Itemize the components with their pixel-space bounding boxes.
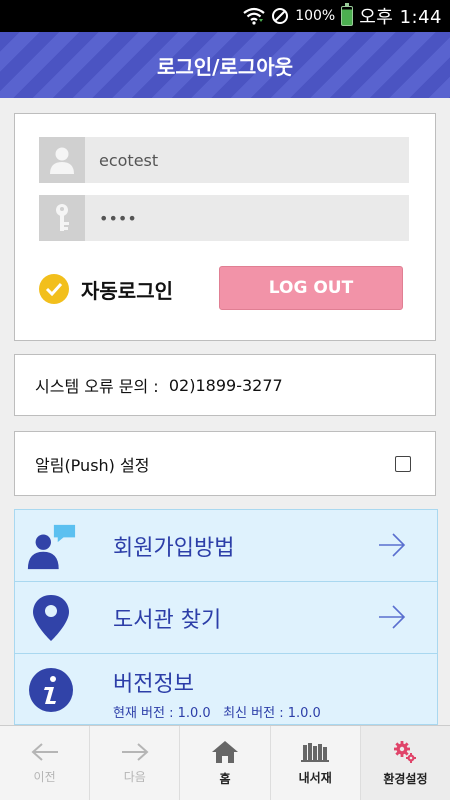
menu-find-library[interactable]: 도서관 찾기 <box>14 581 438 654</box>
username-value[interactable]: ecotest <box>85 151 158 170</box>
map-pin-icon <box>25 592 77 644</box>
auto-login-toggle[interactable]: 자동로그인 <box>39 274 173 304</box>
tab-forward-label: 다음 <box>123 769 146 784</box>
tab-back[interactable]: 이전 <box>0 726 91 800</box>
back-arrow-icon <box>31 742 58 761</box>
battery-percent: 100% <box>295 8 336 24</box>
tab-back-label: 이전 <box>33 769 56 784</box>
do-not-disturb-icon <box>272 8 289 24</box>
tab-home[interactable]: 홈 <box>180 726 271 800</box>
version-details: 현재 버전 : 1.0.0 최신 버전 : 1.0.0 <box>113 702 321 721</box>
tab-my-library[interactable]: 내서재 <box>271 726 361 800</box>
user-icon <box>50 147 74 174</box>
tab-home-label: 홈 <box>219 771 231 786</box>
password-field[interactable]: •••• <box>39 195 409 241</box>
push-label: 알림(Push) 설정 <box>35 455 150 475</box>
support-contact-row[interactable]: 시스템 오류 문의 : 02)1899-3277 <box>14 354 436 416</box>
clock: 오후 1:44 <box>359 7 442 28</box>
gear-icon <box>394 740 417 763</box>
support-label: 시스템 오류 문의 : <box>35 377 159 396</box>
user-icon-box <box>39 137 85 183</box>
page-title: 로그인/로그아웃 <box>156 54 294 79</box>
member-chat-icon <box>25 520 77 572</box>
arrow-right-icon <box>379 533 406 557</box>
arrow-right-icon <box>379 605 406 629</box>
auto-login-label: 자동로그인 <box>81 278 173 303</box>
key-icon <box>56 204 69 231</box>
support-phone[interactable]: 02)1899-3277 <box>169 376 283 395</box>
tab-my-library-label: 내서재 <box>298 770 332 785</box>
push-setting-row[interactable]: 알림(Push) 설정 <box>14 431 436 496</box>
menu-version-label: 버전정보 <box>113 672 194 697</box>
password-value[interactable]: •••• <box>85 209 137 228</box>
forward-arrow-icon <box>121 742 149 761</box>
push-checkbox[interactable] <box>395 455 411 472</box>
status-bar: 100% 오후 1:44 <box>0 0 450 32</box>
tab-settings[interactable]: 환경설정 <box>360 726 450 800</box>
home-icon <box>212 740 238 763</box>
login-card: ecotest •••• 자동로그인 LOG OUT <box>14 113 436 341</box>
battery-icon <box>341 3 354 26</box>
menu-library-label: 도서관 찾기 <box>113 608 222 633</box>
wifi-icon <box>243 7 265 25</box>
page-title-bar: 로그인/로그아웃 <box>0 32 450 98</box>
menu-version-info[interactable]: 버전정보 현재 버전 : 1.0.0 최신 버전 : 1.0.0 <box>14 653 438 725</box>
bookshelf-icon <box>301 742 330 762</box>
current-version: 현재 버전 : 1.0.0 <box>113 706 211 721</box>
info-icon <box>25 664 77 716</box>
check-icon[interactable] <box>39 274 69 304</box>
tab-settings-label: 환경설정 <box>383 771 428 786</box>
tab-forward[interactable]: 다음 <box>90 726 181 800</box>
username-field[interactable]: ecotest <box>39 137 409 183</box>
logout-button[interactable]: LOG OUT <box>219 266 403 310</box>
key-icon-box <box>39 195 85 241</box>
menu-signup-guide[interactable]: 회원가입방법 <box>14 509 438 582</box>
bottom-nav: 이전 다음 홈 내서재 환경설정 <box>0 725 450 800</box>
menu-signup-label: 회원가입방법 <box>113 536 235 561</box>
latest-version: 최신 버전 : 1.0.0 <box>223 706 321 721</box>
